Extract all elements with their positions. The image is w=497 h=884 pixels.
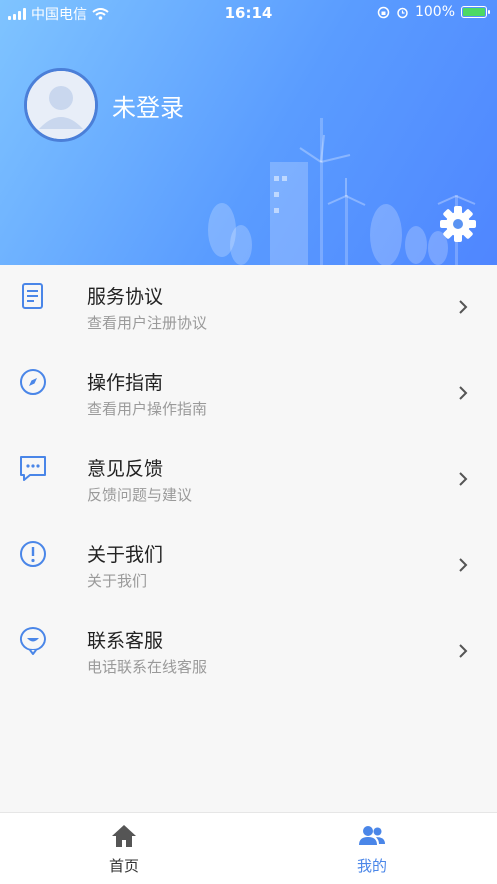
bottom-tab-bar: 首页 我的 xyxy=(0,812,497,884)
tab-home[interactable]: 首页 xyxy=(0,813,248,884)
compass-icon xyxy=(20,369,46,395)
alarm-icon xyxy=(397,7,408,18)
tab-label: 首页 xyxy=(108,857,139,875)
chevron-right-icon xyxy=(459,558,468,572)
menu-item-subtitle: 反馈问题与建议 xyxy=(87,486,193,504)
menu-item-feedback[interactable]: 意见反馈 反馈问题与建议 xyxy=(0,437,497,523)
menu-item-title: 意见反馈 xyxy=(87,458,164,480)
default-user-icon xyxy=(27,71,95,139)
support-icon xyxy=(19,627,46,655)
avatar[interactable] xyxy=(24,68,98,142)
chevron-right-icon xyxy=(459,472,468,486)
chevron-right-icon xyxy=(459,644,468,658)
info-icon xyxy=(20,541,46,567)
rotation-lock-icon xyxy=(377,6,390,18)
tab-label: 我的 xyxy=(356,857,387,875)
menu-item-service-agreement[interactable]: 服务协议 查看用户注册协议 xyxy=(0,265,497,351)
battery-percent: 100% xyxy=(414,4,455,20)
menu-list: 服务协议 查看用户注册协议 操作指南 查看用户操作指南 意见反馈 反馈问题与建议 xyxy=(0,265,497,695)
chat-icon xyxy=(20,456,46,481)
status-bar: 中国电信 16:14 100% xyxy=(0,0,497,26)
username-label[interactable]: 未登录 xyxy=(112,88,184,123)
menu-item-subtitle: 关于我们 xyxy=(87,572,148,590)
home-icon xyxy=(112,825,136,847)
chevron-right-icon xyxy=(459,300,468,314)
battery-icon xyxy=(461,6,490,18)
menu-item-subtitle: 查看用户注册协议 xyxy=(87,314,208,332)
menu-item-title: 操作指南 xyxy=(87,372,164,394)
document-icon xyxy=(22,283,43,309)
menu-item-title: 关于我们 xyxy=(87,544,164,566)
profile-header: 中国电信 16:14 100% 未登录 xyxy=(0,0,497,265)
menu-item-subtitle: 查看用户操作指南 xyxy=(87,400,208,418)
settings-gear-icon[interactable] xyxy=(436,202,480,246)
menu-item-subtitle: 电话联系在线客服 xyxy=(87,658,208,676)
tab-mine[interactable]: 我的 xyxy=(248,813,496,884)
menu-item-contact-support[interactable]: 联系客服 电话联系在线客服 xyxy=(0,609,497,695)
menu-item-title: 服务协议 xyxy=(87,286,164,308)
status-right: 100% xyxy=(377,4,490,20)
chevron-right-icon xyxy=(459,386,468,400)
menu-item-about-us[interactable]: 关于我们 关于我们 xyxy=(0,523,497,609)
menu-item-title: 联系客服 xyxy=(87,630,164,652)
menu-item-user-guide[interactable]: 操作指南 查看用户操作指南 xyxy=(0,351,497,437)
users-icon xyxy=(359,826,385,845)
